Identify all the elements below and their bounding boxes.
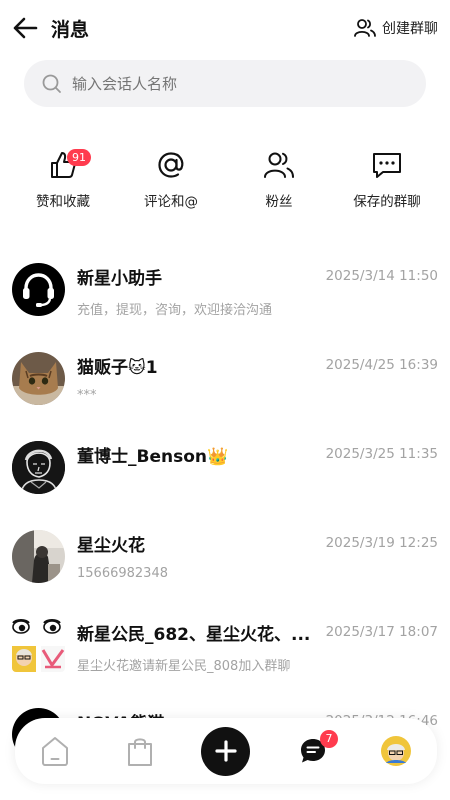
group-avatar <box>12 619 65 672</box>
conversation-name: 董博士_Benson👑 <box>77 447 229 467</box>
conversation-name: 新星公民_682、星尘火花、... <box>77 625 311 645</box>
conversation-time: 2025/3/19 12:25 <box>325 535 438 551</box>
shortcut-label: 评论和@ <box>144 194 198 210</box>
conversation-item[interactable]: 星尘火花 2025/3/19 12:25 15666982348 <box>0 512 450 601</box>
search-icon <box>42 74 61 93</box>
conversation-item[interactable]: 董博士_Benson👑 2025/3/25 11:35 <box>0 423 450 512</box>
tab-home[interactable] <box>33 718 77 784</box>
conversation-name: 猫贩子🐱1 <box>77 358 158 378</box>
create-group-button[interactable]: 创建群聊 <box>354 18 438 38</box>
search-input[interactable] <box>70 73 394 94</box>
page-title: 消息 <box>51 19 90 41</box>
shortcut-comments-mentions[interactable]: 评论和@ <box>121 150 221 210</box>
shortcut-label: 赞和收藏 <box>36 194 90 210</box>
tab-shop[interactable] <box>118 718 162 784</box>
search-bar[interactable] <box>24 60 426 107</box>
chat-bubble-icon <box>373 153 401 178</box>
header: 消息 创建群聊 <box>0 0 450 56</box>
conversation-name: 新星小助手 <box>77 269 162 289</box>
sketch-portrait-avatar <box>12 441 65 494</box>
photo-avatar <box>12 530 65 583</box>
bottom-tab-bar: 7 <box>15 718 437 784</box>
tab-create[interactable] <box>201 718 250 784</box>
headset-avatar <box>12 263 65 316</box>
tab-messages[interactable]: 7 <box>291 718 338 784</box>
conversation-time: 2025/4/25 16:39 <box>325 357 438 373</box>
tab-profile[interactable] <box>374 718 418 784</box>
conversation-item[interactable]: 猫贩子🐱1 2025/4/25 16:39 *** <box>0 334 450 423</box>
shortcut-label: 粉丝 <box>265 194 293 210</box>
home-icon <box>42 737 68 766</box>
create-group-label: 创建群聊 <box>382 21 438 37</box>
shortcut-row: 91 赞和收藏 评论和@ 粉丝 保存的群聊 <box>0 149 450 220</box>
avatar <box>381 736 411 766</box>
conversation-time: 2025/3/25 11:35 <box>325 446 438 462</box>
shortcut-label: 保存的群聊 <box>353 194 421 210</box>
plus-icon <box>214 740 237 762</box>
conversation-time: 2025/3/17 18:07 <box>325 624 438 640</box>
back-arrow-icon[interactable] <box>12 16 38 40</box>
cat-avatar <box>12 352 65 405</box>
conversation-name: 星尘火花 <box>77 536 145 556</box>
messages-badge: 7 <box>320 730 338 748</box>
conversation-preview: 星尘火花邀请新星公民_808加入群聊 <box>77 659 291 674</box>
create-button[interactable] <box>201 726 250 776</box>
users-icon <box>264 152 294 178</box>
conversation-preview: *** <box>77 388 97 403</box>
users-icon <box>354 19 376 37</box>
shortcut-likes-favorites[interactable]: 91 赞和收藏 <box>13 149 113 210</box>
shortcut-saved-groups[interactable]: 保存的群聊 <box>337 150 437 210</box>
likes-badge: 91 <box>67 149 91 166</box>
shopping-bag-icon <box>128 738 152 766</box>
conversation-preview: 15666982348 <box>77 566 168 581</box>
conversation-item[interactable]: 新星公民_682、星尘火花、... 2025/3/17 18:07 星尘火花邀请… <box>0 601 450 690</box>
conversation-preview: 充值，提现，咨询，欢迎接洽沟通 <box>77 303 273 318</box>
shortcut-fans[interactable]: 粉丝 <box>229 150 329 210</box>
conversation-time: 2025/3/14 11:50 <box>325 268 438 284</box>
at-sign-icon <box>158 152 184 178</box>
conversation-item[interactable]: 新星小助手 2025/3/14 11:50 充值，提现，咨询，欢迎接洽沟通 <box>0 245 450 334</box>
